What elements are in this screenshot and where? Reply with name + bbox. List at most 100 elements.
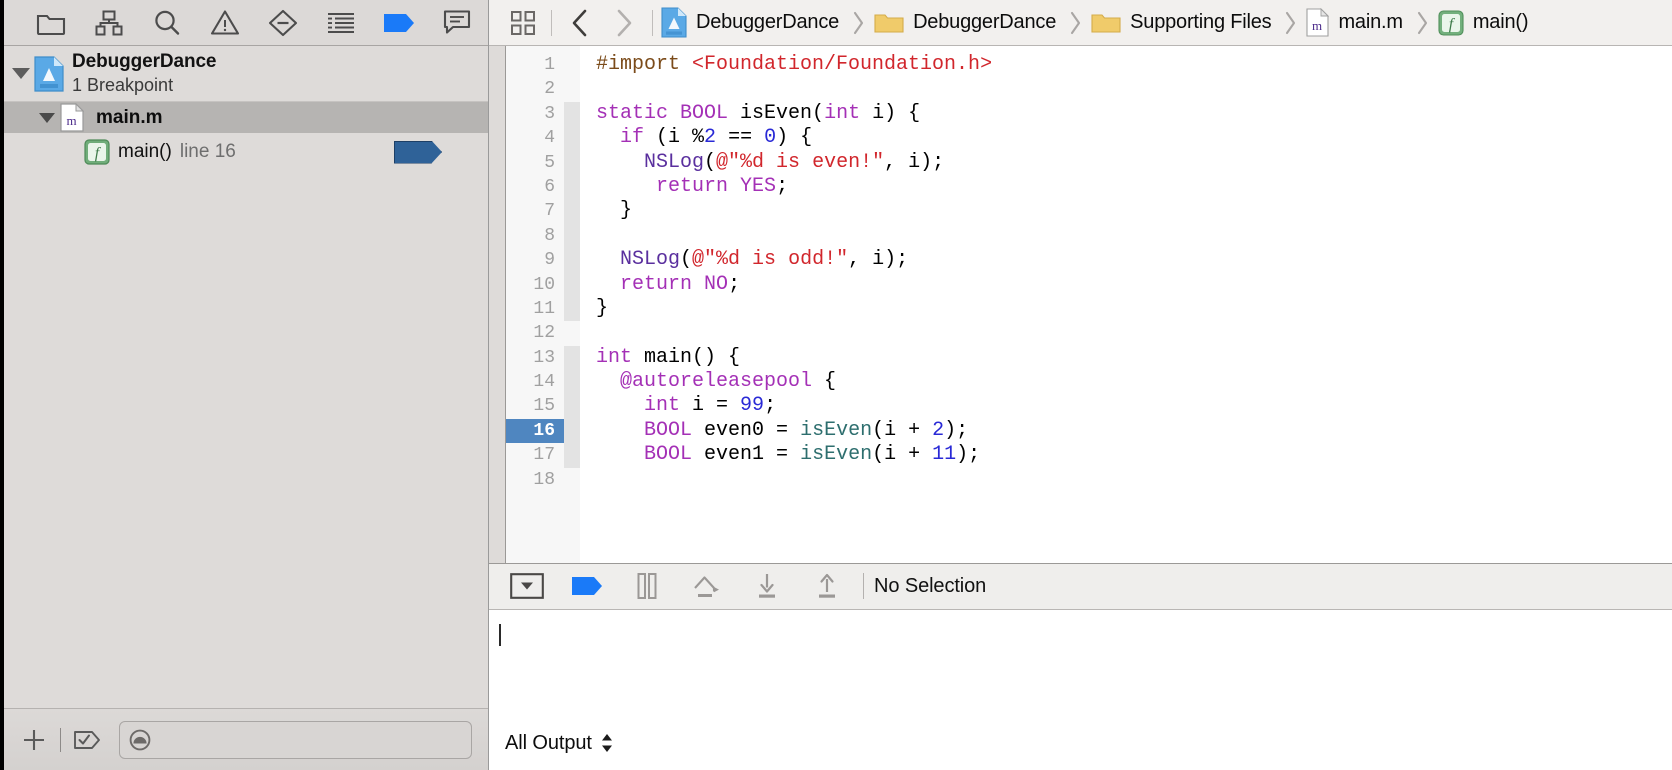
navigator-panel: DebuggerDance 1 Breakpoint m main.m f ma… xyxy=(0,0,489,770)
code-line-13[interactable]: int main() { xyxy=(596,346,1672,370)
fold-slot-1[interactable] xyxy=(564,53,580,77)
breadcrumb-item-file[interactable]: m main.m xyxy=(1304,8,1404,37)
fold-slot-11[interactable] xyxy=(564,296,580,322)
line-number-15[interactable]: 15 xyxy=(506,394,564,418)
code-line-9[interactable]: NSLog(@"%d is odd!", i); xyxy=(596,248,1672,272)
line-number-16[interactable]: 16 xyxy=(506,418,576,444)
code-line-15[interactable]: int i = 99; xyxy=(596,394,1672,418)
line-number-17[interactable]: 17 xyxy=(506,443,564,467)
disclosure-triangle-project[interactable] xyxy=(8,68,34,79)
tree-row-file-main-m[interactable]: m main.m xyxy=(0,102,488,133)
source-code-text[interactable]: #import <Foundation/Foundation.h> static… xyxy=(580,46,1672,563)
code-line-6[interactable]: return YES; xyxy=(596,175,1672,199)
disclosure-triangle-file[interactable] xyxy=(34,112,60,123)
code-line-4[interactable]: if (i %2 == 0) { xyxy=(596,126,1672,150)
line-number-7[interactable]: 7 xyxy=(506,199,564,223)
source-editor[interactable]: 1 2 3 4 5 6 7 8 9 10 11 12 13 14 15 16 17 18 #import <Fou… xyxy=(489,46,1672,563)
console-area[interactable]: All Output xyxy=(489,609,1672,770)
pause-button[interactable] xyxy=(617,565,677,607)
code-line-1[interactable]: #import <Foundation/Foundation.h> xyxy=(596,53,1672,77)
line-number-gutter[interactable]: 1 2 3 4 5 6 7 8 9 10 11 12 13 14 15 16 17 18 xyxy=(506,46,576,563)
breadcrumb-item-symbol[interactable]: f main() xyxy=(1436,9,1530,36)
line-number-6[interactable]: 6 xyxy=(506,175,564,199)
code-line-11[interactable]: } xyxy=(596,297,1672,321)
fold-slot-2[interactable] xyxy=(564,77,580,101)
objc-file-icon: m xyxy=(60,103,84,132)
fold-slot-15[interactable] xyxy=(564,394,580,419)
code-line-17[interactable]: BOOL even1 = isEven(i + 11); xyxy=(596,443,1672,467)
issue-navigator-icon[interactable] xyxy=(196,3,254,43)
line-number-12[interactable]: 12 xyxy=(506,321,564,345)
code-line-8[interactable] xyxy=(596,224,1672,248)
line-number-2[interactable]: 2 xyxy=(506,77,564,101)
line-number-11[interactable]: 11 xyxy=(506,297,564,321)
back-button[interactable] xyxy=(558,3,602,43)
fold-slot-13[interactable] xyxy=(564,345,580,371)
breakpoint-filter-input[interactable] xyxy=(158,730,471,749)
fold-slot-8[interactable] xyxy=(564,223,580,249)
fold-slot-14[interactable] xyxy=(564,370,580,395)
fold-slot-6[interactable] xyxy=(564,174,580,200)
debug-navigator-icon[interactable] xyxy=(312,3,370,43)
deactivate-breakpoints-button[interactable] xyxy=(557,565,617,607)
code-line-10[interactable]: return NO; xyxy=(596,273,1672,297)
breakpoint-symbol-label: main() xyxy=(118,141,172,162)
navigator-filter-bar xyxy=(0,708,488,770)
breadcrumb-item-subgroup[interactable]: Supporting Files xyxy=(1089,11,1273,35)
breakpoint-enabled-marker[interactable] xyxy=(394,140,442,164)
add-breakpoint-button[interactable] xyxy=(14,720,54,760)
fold-slot-3[interactable] xyxy=(564,101,580,127)
hide-debug-area-button[interactable] xyxy=(497,565,557,607)
breakpoint-filter-field[interactable] xyxy=(119,720,472,759)
fold-slot-9[interactable] xyxy=(564,248,580,273)
breadcrumb-item-project[interactable]: DebuggerDance xyxy=(659,7,841,38)
line-number-10[interactable]: 10 xyxy=(506,273,564,297)
code-line-7[interactable]: } xyxy=(596,199,1672,223)
fold-slot-16[interactable] xyxy=(564,418,580,444)
step-over-button[interactable] xyxy=(677,565,737,607)
code-folding-ribbon[interactable] xyxy=(564,46,580,563)
line-number-13[interactable]: 13 xyxy=(506,346,564,370)
project-row-text: DebuggerDance 1 Breakpoint xyxy=(72,51,217,96)
code-line-14[interactable]: @autoreleasepool { xyxy=(596,370,1672,394)
step-into-button[interactable] xyxy=(737,565,797,607)
test-navigator-icon[interactable] xyxy=(254,3,312,43)
breakpoint-navigator-icon[interactable] xyxy=(370,3,428,43)
line-number-4[interactable]: 4 xyxy=(506,126,564,150)
line-number-8[interactable]: 8 xyxy=(506,224,564,248)
line-number-18[interactable]: 18 xyxy=(506,468,564,492)
line-number-5[interactable]: 5 xyxy=(506,151,564,175)
find-navigator-icon[interactable] xyxy=(138,3,196,43)
fold-slot-12[interactable] xyxy=(564,321,580,345)
project-title: DebuggerDance xyxy=(72,51,217,73)
fold-slot-17[interactable] xyxy=(564,443,580,468)
output-filter-popup[interactable]: All Output xyxy=(505,731,614,755)
code-line-5[interactable]: NSLog(@"%d is even!", i); xyxy=(596,151,1672,175)
step-out-button[interactable] xyxy=(797,565,857,607)
line-number-14[interactable]: 14 xyxy=(506,370,564,394)
code-line-3[interactable]: static BOOL isEven(int i) { xyxy=(596,102,1672,126)
fold-slot-4[interactable] xyxy=(564,126,580,151)
code-line-16[interactable]: BOOL even0 = isEven(i + 2); xyxy=(596,419,1672,443)
project-navigator-icon[interactable] xyxy=(22,3,80,43)
fold-slot-10[interactable] xyxy=(564,272,580,297)
tree-row-breakpoint[interactable]: f main() line 16 xyxy=(0,133,488,171)
line-number-1[interactable]: 1 xyxy=(506,53,564,77)
line-number-9[interactable]: 9 xyxy=(506,248,564,272)
breadcrumb-item-group[interactable]: DebuggerDance xyxy=(872,11,1058,35)
jump-bar-separator-2 xyxy=(652,9,653,36)
report-navigator-icon[interactable] xyxy=(428,3,486,43)
forward-button[interactable] xyxy=(602,3,646,43)
code-line-2[interactable] xyxy=(596,77,1672,101)
code-line-12[interactable] xyxy=(596,321,1672,345)
filter-scope-icon xyxy=(128,728,152,752)
symbol-navigator-icon[interactable] xyxy=(80,3,138,43)
fold-slot-7[interactable] xyxy=(564,199,580,224)
breadcrumb-label: Supporting Files xyxy=(1130,11,1272,33)
fold-slot-5[interactable] xyxy=(564,150,580,175)
tree-row-project[interactable]: DebuggerDance 1 Breakpoint xyxy=(0,46,488,102)
console-output[interactable] xyxy=(489,610,1672,716)
line-number-3[interactable]: 3 xyxy=(506,102,564,126)
activate-breakpoints-button[interactable] xyxy=(67,720,107,760)
related-items-icon[interactable] xyxy=(501,3,545,43)
